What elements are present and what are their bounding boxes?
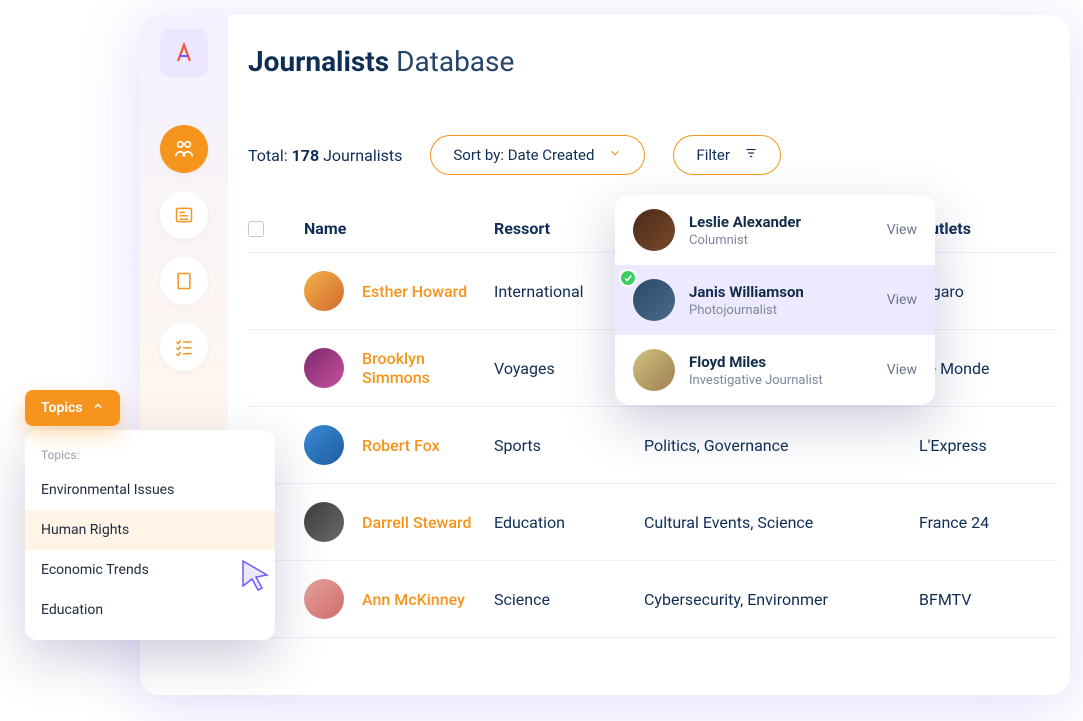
journalist-suggestions-dropdown: Leslie Alexander Columnist View Janis Wi… — [615, 195, 935, 405]
row-ressort: Science — [494, 590, 644, 609]
table-row[interactable]: Robert Fox Sports Politics, Governance L… — [248, 407, 1058, 484]
chevron-up-icon — [92, 400, 104, 416]
topics-menu-item[interactable]: Human Rights — [25, 510, 275, 550]
page-title: Journalists Database — [248, 45, 514, 78]
topics-menu: Topics: Environmental Issues Human Right… — [25, 430, 275, 640]
row-topics: Politics, Governance — [644, 436, 919, 455]
avatar — [304, 425, 344, 465]
view-link[interactable]: View — [887, 292, 917, 308]
sort-label: Sort by: Date Created — [453, 146, 594, 164]
suggestion-role: Investigative Journalist — [689, 373, 873, 388]
row-outlet: Figaro — [919, 282, 1039, 301]
avatar — [304, 579, 344, 619]
avatar — [304, 271, 344, 311]
avatar — [633, 279, 675, 321]
row-name: Esther Howard — [362, 282, 467, 301]
sidebar-nav-lists[interactable] — [160, 323, 208, 371]
select-all-checkbox[interactable] — [248, 221, 264, 237]
sidebar-nav-news[interactable] — [160, 191, 208, 239]
row-ressort: Sports — [494, 436, 644, 455]
suggestion-role: Photojournalist — [689, 303, 873, 318]
row-topics: Cultural Events, Science — [644, 513, 919, 532]
view-link[interactable]: View — [887, 222, 917, 238]
suggestion-role: Columnist — [689, 233, 873, 248]
filter-label: Filter — [696, 146, 730, 164]
row-ressort: Education — [494, 513, 644, 532]
suggestion-name: Janis Williamson — [689, 283, 873, 301]
sort-dropdown[interactable]: Sort by: Date Created — [430, 135, 645, 175]
suggestion-item[interactable]: Leslie Alexander Columnist View — [615, 195, 935, 265]
chevron-down-icon — [608, 146, 622, 164]
topics-menu-item[interactable]: Economic Trends — [25, 550, 275, 590]
table-row[interactable]: Darrell Steward Education Cultural Event… — [248, 484, 1058, 561]
avatar — [633, 349, 675, 391]
suggestion-name: Leslie Alexander — [689, 213, 873, 231]
row-topics: Cybersecurity, Environmer — [644, 590, 919, 609]
total-count: Total: 178 Journalists — [248, 146, 402, 165]
view-link[interactable]: View — [887, 362, 917, 378]
logo-a-icon — [172, 41, 196, 65]
suggestion-name: Floyd Miles — [689, 353, 873, 371]
suggestion-item[interactable]: Janis Williamson Photojournalist View — [615, 265, 935, 335]
page-title-sub: Database — [396, 45, 514, 78]
sidebar-nav-people[interactable] — [160, 125, 208, 173]
list-icon — [174, 337, 194, 357]
row-name: Ann McKinney — [362, 590, 465, 609]
app-logo — [160, 29, 208, 77]
filter-button[interactable]: Filter — [673, 135, 781, 175]
avatar — [633, 209, 675, 251]
controls-row: Total: 178 Journalists Sort by: Date Cre… — [248, 135, 781, 175]
cursor-pointer-icon — [240, 558, 270, 596]
newspaper-icon — [174, 205, 194, 225]
topics-chip-label: Topics — [41, 400, 82, 416]
sidebar-nav-orgs[interactable] — [160, 257, 208, 305]
suggestion-item[interactable]: Floyd Miles Investigative Journalist Vie… — [615, 335, 935, 405]
topics-menu-item[interactable]: Environmental Issues — [25, 470, 275, 510]
page-title-main: Journalists — [248, 45, 389, 78]
row-outlet: Le Monde — [919, 359, 1039, 378]
building-icon — [174, 271, 194, 291]
col-outlets: Outlets — [919, 219, 1039, 238]
row-name: Brooklyn Simmons — [362, 349, 494, 387]
selected-check-icon — [619, 269, 637, 287]
row-outlet: France 24 — [919, 513, 1039, 532]
table-row[interactable]: Ann McKinney Science Cybersecurity, Envi… — [248, 561, 1058, 638]
col-name: Name — [304, 219, 494, 238]
row-name: Robert Fox — [362, 436, 440, 455]
people-icon — [173, 138, 195, 160]
row-outlet: BFMTV — [919, 590, 1039, 609]
topics-menu-label: Topics: — [25, 448, 275, 470]
topics-chip-button[interactable]: Topics — [25, 390, 120, 426]
avatar — [304, 502, 344, 542]
filter-icon — [744, 146, 758, 164]
row-name: Darrell Steward — [362, 513, 472, 532]
row-outlet: L'Express — [919, 436, 1039, 455]
topics-menu-item[interactable]: Education — [25, 590, 275, 630]
avatar — [304, 348, 344, 388]
